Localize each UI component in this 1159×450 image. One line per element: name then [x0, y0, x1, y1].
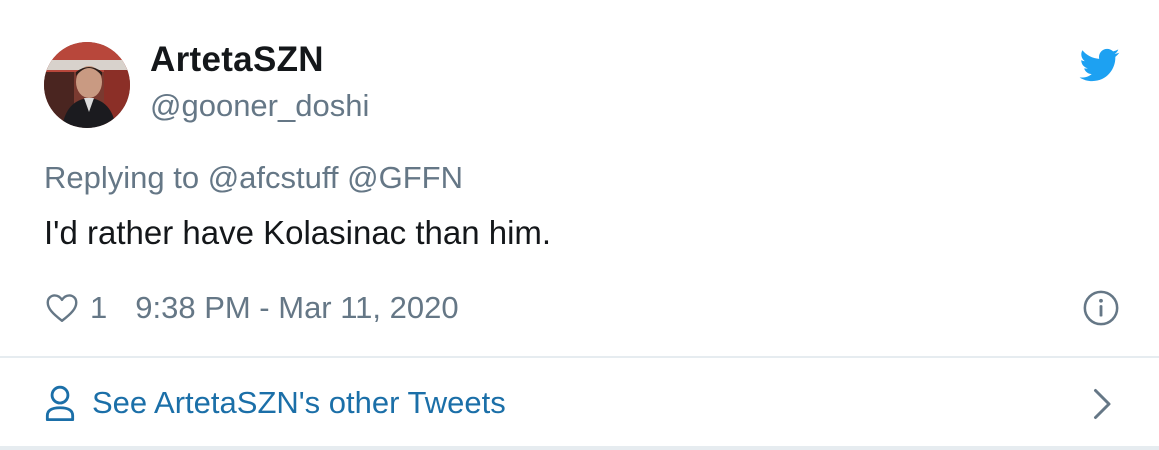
display-name[interactable]: ArtetaSZN	[150, 40, 324, 80]
avatar[interactable]	[44, 42, 130, 128]
twitter-bird-icon[interactable]	[1078, 44, 1120, 86]
info-icon[interactable]	[1082, 289, 1120, 327]
like-count[interactable]: 1	[90, 290, 107, 326]
person-icon	[45, 385, 75, 422]
tweet-timestamp[interactable]: 9:38 PM - Mar 11, 2020	[135, 290, 458, 326]
tweet-meta: 1 9:38 PM - Mar 11, 2020	[44, 288, 459, 328]
tweet-card: ArtetaSZN @gooner_doshi Replying to @afc…	[0, 0, 1159, 450]
chevron-right-icon[interactable]	[1090, 386, 1116, 422]
footer-divider	[0, 356, 1159, 358]
card-bottom-edge	[0, 446, 1159, 450]
user-handle[interactable]: @gooner_doshi	[150, 88, 369, 124]
see-other-tweets-link[interactable]: See ArtetaSZN's other Tweets	[44, 382, 506, 424]
heart-icon[interactable]	[44, 290, 80, 326]
replying-to-text: Replying to @afcstuff @GFFN	[44, 160, 463, 195]
see-other-tweets-label[interactable]: See ArtetaSZN's other Tweets	[92, 385, 506, 421]
tweet-text: I'd rather have Kolasinac than him.	[44, 214, 552, 251]
